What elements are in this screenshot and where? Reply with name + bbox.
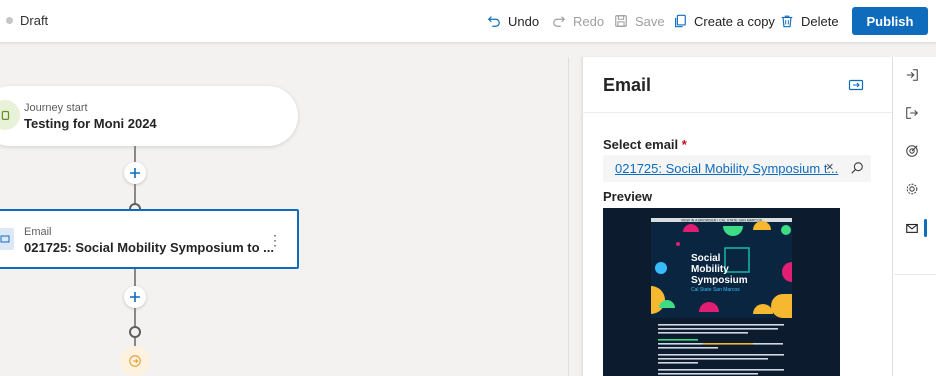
status-dot-icon — [6, 17, 13, 24]
status-label: Draft — [20, 13, 49, 28]
plus-icon — [130, 168, 140, 178]
connector-line — [134, 308, 136, 328]
preview-headline-3: Symposium — [691, 275, 748, 286]
connector-line — [134, 184, 136, 204]
journey-status: Draft — [6, 13, 48, 28]
create-copy-label: Create a copy — [694, 13, 775, 29]
preview-subhead: Cal State San Marcos — [691, 287, 740, 293]
email-preview-image: VIEW IN A BROWSER | CAL STATE SAN MARCOS… — [603, 208, 840, 376]
exit-icon[interactable] — [902, 103, 922, 123]
publish-button[interactable]: Publish — [852, 7, 928, 35]
connector-node — [129, 326, 141, 338]
journey-exit-icon[interactable] — [120, 346, 150, 376]
email-node[interactable] — [0, 209, 299, 269]
delete-icon — [781, 15, 793, 28]
rail-active-indicator — [924, 219, 927, 237]
canvas-divider — [568, 57, 569, 376]
preview-label: Preview — [603, 189, 653, 204]
undo-button[interactable]: Undo — [487, 11, 539, 31]
preview-headline-1: Social — [691, 253, 721, 264]
preview-top-banner: VIEW IN A BROWSER | CAL STATE SAN MARCOS — [681, 219, 763, 223]
undo-label: Undo — [508, 13, 540, 29]
clear-selection-icon[interactable]: × — [826, 159, 834, 174]
preview-headline-2: Mobility — [691, 264, 729, 275]
plus-icon — [130, 292, 140, 302]
email-node-icon — [0, 228, 14, 250]
copy-icon — [675, 14, 686, 28]
connector-line — [134, 269, 136, 286]
more-options-icon[interactable]: ⋮ — [268, 232, 282, 249]
add-step-button[interactable] — [124, 162, 146, 184]
save-label: Save — [635, 13, 665, 29]
select-email-label: Select email * — [603, 137, 687, 152]
save-button[interactable]: Save — [614, 11, 665, 31]
email-node-title: 021725: Social Mobility Symposium to ... — [24, 240, 274, 255]
connector-line — [134, 146, 136, 162]
redo-button[interactable]: Redo — [552, 11, 604, 31]
add-step-button[interactable] — [124, 286, 146, 308]
redo-icon — [553, 16, 566, 27]
mail-icon[interactable] — [902, 218, 922, 238]
delete-button[interactable]: Delete — [780, 11, 839, 31]
top-toolbar: Draft Undo Redo Save Create a copy Delet… — [0, 0, 936, 43]
undo-icon — [487, 16, 500, 27]
goal-icon[interactable] — [902, 141, 922, 161]
delete-label: Delete — [801, 13, 839, 29]
rail-divider — [892, 274, 936, 275]
panel-divider — [582, 112, 892, 113]
required-asterisk: * — [681, 137, 687, 152]
selected-email-link[interactable]: 021725: Social Mobility Symposium t... — [615, 161, 838, 176]
settings-icon[interactable] — [902, 179, 922, 199]
save-icon — [615, 15, 627, 27]
enter-icon[interactable] — [902, 65, 922, 85]
select-email-label-text: Select email — [603, 137, 679, 152]
search-icon[interactable] — [850, 161, 864, 180]
email-preview[interactable]: VIEW IN A BROWSER | CAL STATE SAN MARCOS… — [603, 208, 840, 376]
journey-start-title: Testing for Moni 2024 — [24, 116, 157, 131]
email-node-label: Email — [24, 226, 52, 238]
redo-label: Redo — [573, 13, 605, 29]
journey-start-label: Journey start — [24, 102, 88, 114]
expand-panel-icon[interactable] — [848, 78, 864, 97]
panel-title: Email — [603, 75, 652, 95]
create-copy-button[interactable]: Create a copy — [673, 11, 775, 31]
